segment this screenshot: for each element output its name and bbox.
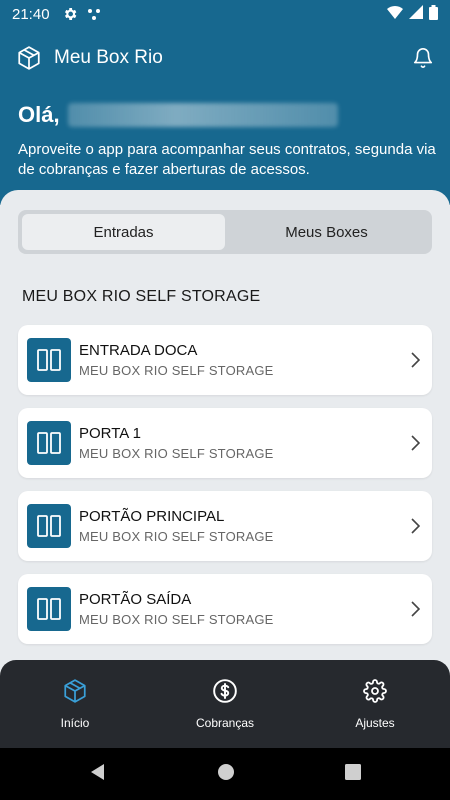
- chevron-right-icon: [410, 352, 420, 368]
- nav-label: Cobranças: [195, 716, 255, 730]
- dollar-icon: [212, 678, 238, 704]
- battery-icon: [429, 4, 438, 24]
- door-icon: [27, 504, 71, 548]
- entry-location: MEU BOX RIO SELF STORAGE: [79, 363, 274, 378]
- entry-name: PORTÃO PRINCIPAL: [79, 508, 225, 525]
- header-area: 21:40 Meu Box Rio Olá, Aproveite o app p…: [0, 0, 450, 205]
- home-icon[interactable]: [217, 763, 235, 786]
- nav-label: Ajustes: [355, 716, 395, 730]
- greeting-hello: Olá,: [18, 102, 60, 127]
- app-title: Meu Box Rio: [54, 47, 163, 68]
- entry-card-portao-saida[interactable]: PORTÃO SAÍDA MEU BOX RIO SELF STORAGE: [18, 574, 432, 644]
- dots-status-icon: [86, 6, 102, 22]
- entries-list: ENTRADA DOCA MEU BOX RIO SELF STORAGE PO…: [18, 325, 432, 657]
- entry-location: MEU BOX RIO SELF STORAGE: [79, 612, 274, 627]
- entry-card-entrada-doca[interactable]: ENTRADA DOCA MEU BOX RIO SELF STORAGE: [18, 325, 432, 395]
- tab-meus-boxes[interactable]: Meus Boxes: [225, 214, 428, 250]
- door-icon: [27, 587, 71, 631]
- nav-label: Início: [60, 716, 90, 730]
- system-navigation-bar: [0, 748, 450, 800]
- signal-icon: [409, 5, 423, 23]
- app-bar: Meu Box Rio: [0, 38, 450, 78]
- blurred-user-name: [67, 103, 338, 127]
- nav-item-ajustes[interactable]: Ajustes: [300, 660, 450, 748]
- nav-item-inicio[interactable]: Início: [0, 660, 150, 748]
- settings-status-icon: [62, 6, 78, 22]
- gear-icon: [363, 678, 387, 704]
- recents-icon[interactable]: [345, 763, 361, 785]
- content-sheet: Entradas Meus Boxes MEU BOX RIO SELF STO…: [0, 190, 450, 710]
- back-icon[interactable]: [89, 763, 107, 786]
- entry-name: PORTÃO SAÍDA: [79, 591, 192, 608]
- tab-entradas[interactable]: Entradas: [22, 214, 225, 250]
- greeting: Olá,: [18, 102, 338, 128]
- door-icon: [27, 338, 71, 382]
- entry-location: MEU BOX RIO SELF STORAGE: [79, 446, 274, 461]
- chevron-right-icon: [410, 601, 420, 617]
- entry-card-porta-1[interactable]: PORTA 1 MEU BOX RIO SELF STORAGE: [18, 408, 432, 478]
- chevron-right-icon: [410, 518, 420, 534]
- wifi-icon: [387, 5, 403, 23]
- bottom-navigation: Início Cobranças Ajustes: [0, 660, 450, 748]
- segmented-tabs: Entradas Meus Boxes: [18, 210, 432, 254]
- notifications-bell-icon[interactable]: [412, 46, 434, 70]
- nav-item-cobrancas[interactable]: Cobranças: [150, 660, 300, 748]
- section-title: MEU BOX RIO SELF STORAGE: [22, 288, 261, 305]
- box-logo-icon: [16, 45, 42, 71]
- entry-location: MEU BOX RIO SELF STORAGE: [79, 529, 274, 544]
- entry-card-portao-principal[interactable]: PORTÃO PRINCIPAL MEU BOX RIO SELF STORAG…: [18, 491, 432, 561]
- entry-name: ENTRADA DOCA: [79, 342, 198, 359]
- box-icon: [62, 678, 88, 704]
- entry-name: PORTA 1: [79, 425, 141, 442]
- status-bar: 21:40: [0, 0, 450, 28]
- door-icon: [27, 421, 71, 465]
- status-time: 21:40: [12, 5, 50, 23]
- chevron-right-icon: [410, 435, 420, 451]
- greeting-message: Aproveite o app para acompanhar seus con…: [18, 141, 436, 178]
